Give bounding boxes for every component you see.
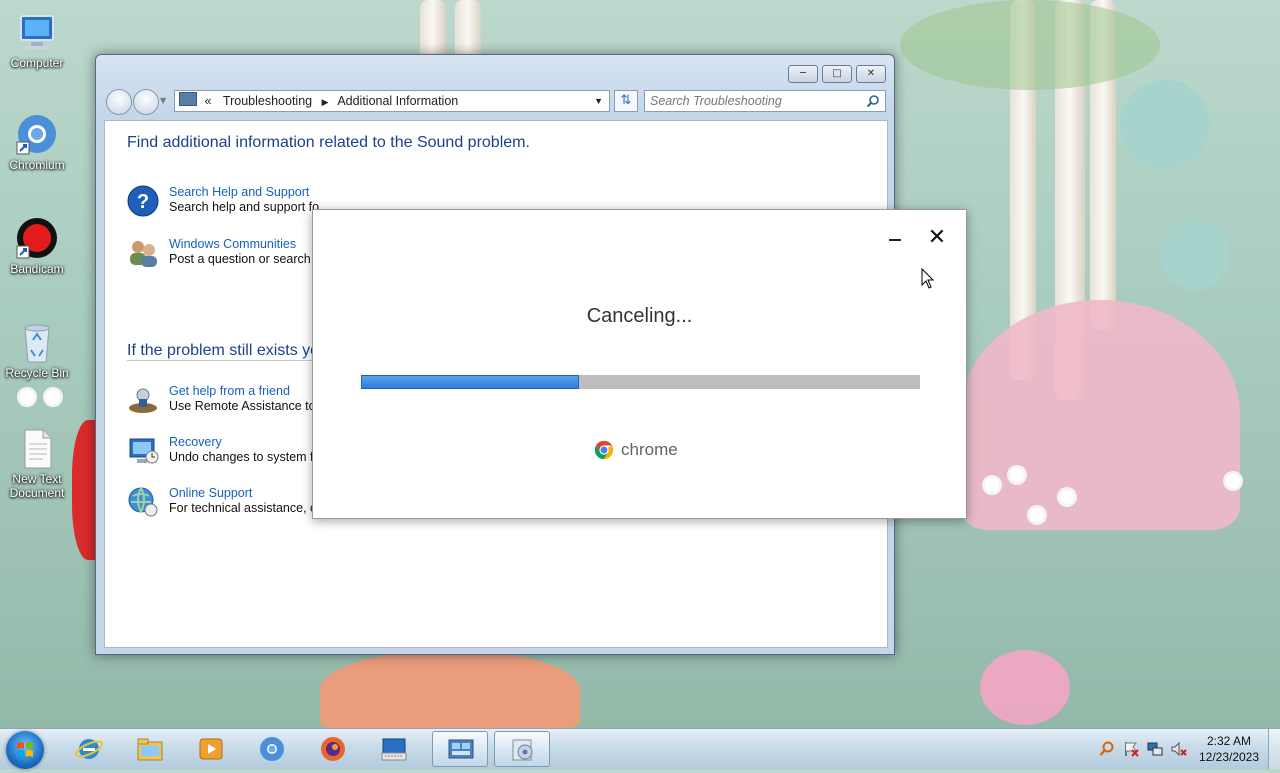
chromium-icon xyxy=(15,112,59,156)
computer-icon xyxy=(15,10,59,54)
taskbar-internet-explorer[interactable] xyxy=(61,731,117,767)
item-description: Post a question or search fo xyxy=(169,252,325,266)
svg-text:?: ? xyxy=(137,191,149,213)
desktop-icon-label: Chromium xyxy=(9,158,65,172)
recycle-bin-icon xyxy=(15,320,59,364)
chrome-logo-icon xyxy=(594,440,614,460)
refresh-button[interactable]: ⇅ xyxy=(614,90,638,112)
remote-assistance-icon xyxy=(129,388,157,413)
search-help-link[interactable]: Search Help and Support xyxy=(169,185,309,199)
close-button[interactable]: ✕ xyxy=(856,65,886,83)
search-icon[interactable] xyxy=(866,94,880,108)
online-support-link[interactable]: Online Support xyxy=(169,486,252,500)
windows-communities-link[interactable]: Windows Communities xyxy=(169,237,296,251)
volume-muted-icon[interactable] xyxy=(1171,741,1187,757)
online-support-icon xyxy=(128,487,158,517)
search-box[interactable]: Search Troubleshooting xyxy=(644,90,886,112)
control-panel-icon xyxy=(448,739,474,759)
recent-pages-dropdown[interactable]: ▼ xyxy=(160,96,166,105)
control-panel-icon xyxy=(179,92,197,106)
text-document-icon xyxy=(15,426,59,470)
network-icon[interactable] xyxy=(1147,741,1163,757)
desktop-icon-recycle-bin[interactable]: Recycle Bin xyxy=(4,320,70,380)
window-caption-buttons: ─ □ ✕ xyxy=(788,65,886,83)
taskbar-windows-explorer[interactable] xyxy=(122,731,178,767)
taskbar: 2:32 AM 12/23/2023 xyxy=(0,728,1280,769)
chrome-brand-text: chrome xyxy=(621,440,678,459)
dialog-minimize-button[interactable] xyxy=(887,228,907,248)
tray-search-icon[interactable] xyxy=(1099,741,1115,757)
section-heading: If the problem still exists yo xyxy=(127,342,320,359)
taskbar-control-panel[interactable] xyxy=(432,731,488,767)
desktop-icon-label: New Text Document xyxy=(9,472,65,500)
desktop-icon-chromium[interactable]: Chromium xyxy=(4,112,70,172)
page-heading: Find additional information related to t… xyxy=(127,134,530,151)
taskbar-on-screen-keyboard[interactable] xyxy=(366,731,422,767)
taskbar-chrome[interactable] xyxy=(244,731,300,767)
forward-button[interactable] xyxy=(133,89,159,115)
address-dropdown-icon[interactable]: ▼ xyxy=(594,91,603,111)
dialog-status-text: Canceling... xyxy=(586,305,693,327)
desktop-icon-label: Bandicam xyxy=(10,262,64,276)
desktop-icon-computer[interactable]: Computer xyxy=(4,10,70,70)
navigation-bar: ▼ « Troubleshooting ▶ Additional Informa… xyxy=(104,88,886,115)
media-player-icon xyxy=(199,738,223,760)
troubleshoot-icon xyxy=(512,739,533,761)
bandicam-icon xyxy=(15,216,59,260)
get-help-friend-link[interactable]: Get help from a friend xyxy=(169,384,290,398)
ie-icon xyxy=(75,739,103,759)
item-description: Use Remote Assistance to c xyxy=(169,399,326,413)
address-bar[interactable]: « Troubleshooting ▶ Additional Informati… xyxy=(174,90,610,112)
clock-time: 2:32 AM xyxy=(1206,734,1252,748)
start-button[interactable] xyxy=(6,731,44,769)
system-clock[interactable]: 2:32 AM 12/23/2023 xyxy=(1196,733,1262,765)
chrome-canceling-dialog: ✕ Canceling... chrome xyxy=(312,209,967,519)
breadcrumb-troubleshooting[interactable]: Troubleshooting xyxy=(223,94,312,108)
help-icon: ? xyxy=(127,185,159,217)
breadcrumb-additional-information[interactable]: Additional Information xyxy=(337,94,458,108)
action-center-icon[interactable] xyxy=(1123,741,1139,757)
explorer-icon xyxy=(137,738,163,761)
maximize-button[interactable]: □ xyxy=(822,65,852,83)
breadcrumb-chevron[interactable]: « xyxy=(204,94,211,108)
desktop-icon-label: Computer xyxy=(10,56,64,70)
desktop-icon-bandicam[interactable]: Bandicam xyxy=(4,216,70,276)
progress-bar-fill xyxy=(361,375,579,389)
chrome-icon xyxy=(260,737,284,761)
chrome-branding: chrome xyxy=(593,438,678,462)
minimize-button[interactable]: ─ xyxy=(788,65,818,83)
item-description: Undo changes to system fil xyxy=(169,450,320,464)
search-placeholder: Search Troubleshooting xyxy=(650,94,782,108)
keyboard-icon xyxy=(381,738,407,761)
progress-bar xyxy=(361,375,920,389)
desktop-icon-label: Recycle Bin xyxy=(5,366,69,380)
taskbar-firefox[interactable] xyxy=(305,731,361,767)
desktop-icon-new-text-document[interactable]: New Text Document xyxy=(4,426,70,500)
item-description: For technical assistance, co xyxy=(169,501,324,515)
recovery-icon xyxy=(129,438,159,464)
taskbar-media-player[interactable] xyxy=(183,731,239,767)
show-desktop-button[interactable] xyxy=(1268,729,1280,769)
mouse-cursor-icon xyxy=(921,268,935,289)
clock-date: 12/23/2023 xyxy=(1198,750,1260,764)
item-description: Search help and support fo xyxy=(169,200,320,214)
taskbar-troubleshooting[interactable] xyxy=(494,731,550,767)
back-button[interactable] xyxy=(106,89,132,115)
windows-logo-icon xyxy=(17,742,33,757)
firefox-icon xyxy=(321,737,345,761)
dialog-close-button[interactable]: ✕ xyxy=(927,227,947,249)
recovery-link[interactable]: Recovery xyxy=(169,435,222,449)
communities-icon xyxy=(130,241,157,267)
breadcrumb-arrow-icon[interactable]: ▶ xyxy=(322,97,329,107)
